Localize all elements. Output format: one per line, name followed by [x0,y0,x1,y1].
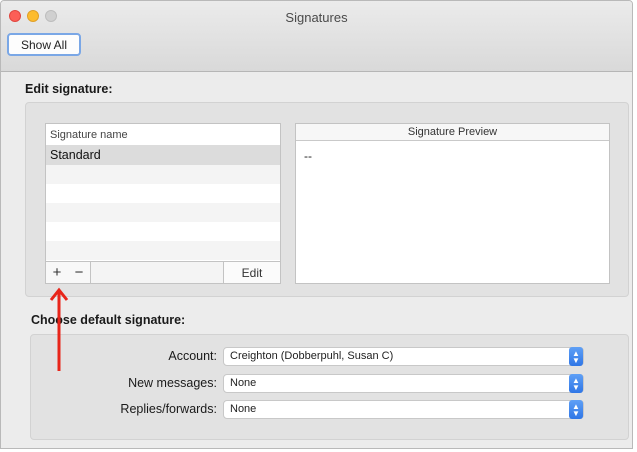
replies-forwards-value: None [230,403,257,415]
replies-forwards-row: Replies/forwards: None ▲ ▼ [1,400,632,420]
edit-signature-button[interactable]: Edit [223,262,280,283]
signature-list: Signature name Standard [45,123,281,284]
signature-preview: Signature Preview -- [295,123,610,284]
edit-signature-heading: Edit signature: [25,82,113,96]
new-messages-row: New messages: None ▲ ▼ [1,374,632,394]
signature-preview-header: Signature Preview [296,124,609,141]
replies-forwards-label: Replies/forwards: [120,402,217,416]
add-signature-button[interactable]: + [46,262,69,283]
signatures-window: Signatures Show All Edit signature: Sign… [0,0,633,449]
list-item [46,184,280,203]
list-item [46,165,280,184]
list-item[interactable]: Standard [46,146,280,165]
popup-stepper-icon[interactable]: ▲ ▼ [569,347,583,366]
signature-list-footer: + − Edit [45,261,281,284]
popup-stepper-icon[interactable]: ▲ ▼ [569,400,583,419]
replies-forwards-select[interactable]: None ▲ ▼ [223,400,584,419]
popup-stepper-icon[interactable]: ▲ ▼ [569,374,583,393]
account-label: Account: [168,349,217,363]
show-all-button[interactable]: Show All [7,33,81,56]
account-row: Account: Creighton (Dobberpuhl, Susan C)… [1,347,632,367]
list-item [46,222,280,241]
new-messages-label: New messages: [128,376,217,390]
new-messages-value: None [230,377,257,389]
account-value: Creighton (Dobberpuhl, Susan C) [230,350,394,362]
signature-preview-body: -- [304,149,312,163]
new-messages-select[interactable]: None ▲ ▼ [223,374,584,393]
window-title: Signatures [285,10,348,25]
title-bar: Signatures Show All [1,1,632,72]
list-item [46,203,280,222]
account-select[interactable]: Creighton (Dobberpuhl, Susan C) ▲ ▼ [223,347,584,366]
signature-name-column-header[interactable]: Signature name [46,124,280,146]
arrow-up-icon [49,287,69,371]
remove-signature-button[interactable]: − [68,262,91,283]
list-item [46,241,280,260]
